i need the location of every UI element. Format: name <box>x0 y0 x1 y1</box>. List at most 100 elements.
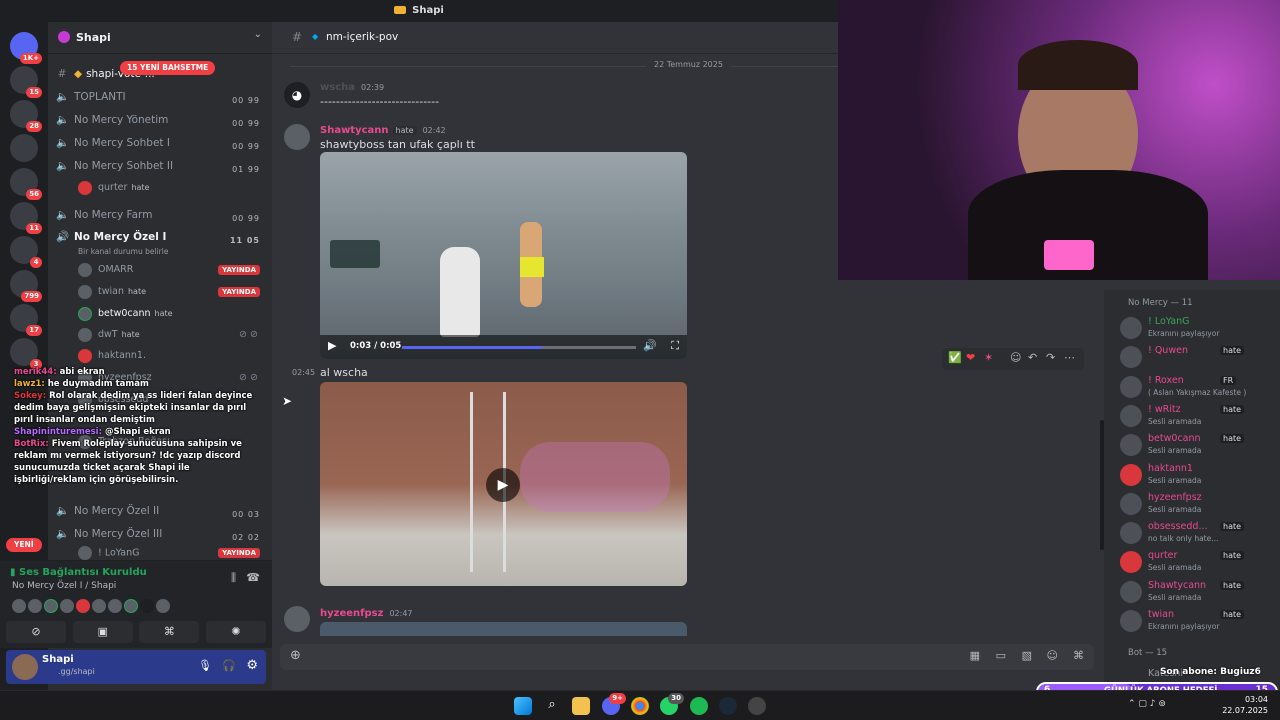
add-attachment-icon[interactable]: ⊕ <box>290 648 301 663</box>
voice-channel-ozel3[interactable]: 🔈 No Mercy Özel III 02 02 <box>56 524 266 544</box>
member-item[interactable]: ! Roxen FR ( Aslan Yakışmaz Kafeste ) <box>1120 373 1276 401</box>
member-tag: hate <box>1220 434 1245 444</box>
chrome-icon[interactable] <box>631 697 649 715</box>
search-icon[interactable]: ⌕ <box>543 697 561 715</box>
soundboard-icon[interactable]: ⫼ <box>231 571 236 585</box>
new-mentions-pill[interactable]: 15 YENİ BAHSETME <box>120 61 216 75</box>
headphones-icon[interactable]: 🎧 <box>222 659 236 672</box>
check-reaction-icon[interactable]: ✅ <box>948 351 962 364</box>
heart-reaction-icon[interactable]: ❤ <box>966 351 975 364</box>
user-avatar[interactable] <box>284 124 310 150</box>
video-attachment[interactable]: ▶ 0:03 / 0:05 🔊 ⛶ <box>320 152 687 359</box>
avatar <box>1120 346 1142 369</box>
voice-user[interactable]: qurter hate <box>78 178 266 198</box>
server-icon[interactable]: 28 <box>10 100 42 132</box>
member-item[interactable]: obsessedd... hate no talk only hate... <box>1120 519 1276 547</box>
voice-user[interactable]: OMARR YAYINDA <box>78 260 266 280</box>
server-badge: 17 <box>26 325 42 336</box>
apps-icon[interactable]: ⌘ <box>1073 649 1084 662</box>
avatar <box>156 599 170 613</box>
discord-icon[interactable]: 9+ <box>602 693 626 715</box>
user-avatar[interactable] <box>284 606 310 632</box>
play-icon[interactable]: ▶ <box>328 339 336 352</box>
voice-channel-yonetim[interactable]: 🔈 No Mercy Yönetim 00 99 <box>56 110 266 130</box>
member-item[interactable]: ! wRitz hate Sesli aramada <box>1120 402 1276 430</box>
member-name: ! wRitz <box>1148 403 1181 415</box>
add-reaction-icon[interactable]: ☺ <box>1010 351 1021 364</box>
microphone-icon[interactable]: 🎙 <box>198 659 212 672</box>
voice-channel-farm[interactable]: 🔈 No Mercy Farm 00 99 <box>56 205 266 225</box>
server-icon[interactable]: 3 <box>10 338 42 370</box>
voice-user[interactable]: dwT hate ⊘ ⊘ <box>78 325 266 345</box>
member-item[interactable]: qurter hate Sesli aramada <box>1120 548 1276 576</box>
windows-start-icon[interactable] <box>514 697 532 715</box>
server-icon[interactable] <box>10 134 38 162</box>
voice-channel-link[interactable]: No Mercy Özel I / Shapi <box>12 581 116 591</box>
video-progress-fill <box>402 346 543 349</box>
webcam-feed <box>838 0 1280 280</box>
fullscreen-icon[interactable]: ⛶ <box>671 339 679 353</box>
voice-channel-toplanti[interactable]: 🔈 TOPLANTI 00 99 <box>56 87 266 107</box>
member-item[interactable]: ! LoYanG Ekranını paylaşıyor <box>1120 314 1276 342</box>
server-icon[interactable]: 799 <box>10 270 42 302</box>
spotify-icon[interactable] <box>690 697 708 715</box>
channel-status-hint[interactable]: Bir kanal durumu belirle <box>78 247 168 256</box>
server-icon[interactable]: 1K+ <box>10 32 42 64</box>
member-tag: hate <box>1220 551 1245 561</box>
member-item[interactable]: haktann1 Sesli aramada <box>1120 461 1276 489</box>
scrollbar[interactable] <box>1100 420 1104 550</box>
activity-icon[interactable]: ⌘ <box>139 621 200 643</box>
member-item[interactable]: ! Quwen hate <box>1120 343 1276 371</box>
voice-user[interactable]: betw0cann hate <box>78 304 266 324</box>
video-attachment[interactable]: ▶ <box>320 382 687 586</box>
disconnect-icon[interactable]: ☎ <box>246 571 260 584</box>
more-icon[interactable]: ⋯ <box>1064 351 1075 364</box>
play-icon[interactable]: ▶ <box>486 468 520 502</box>
voice-user[interactable]: ! LoYanG YAYINDA <box>78 546 266 560</box>
file-explorer-icon[interactable] <box>572 697 590 715</box>
server-icon[interactable]: 56 <box>10 168 42 200</box>
sparkle-reaction-icon[interactable]: ✶ <box>984 351 993 364</box>
steam-icon[interactable] <box>719 697 737 715</box>
voice-channel-sohbet1[interactable]: 🔈 No Mercy Sohbet I 00 99 <box>56 133 266 153</box>
server-icon[interactable]: 11 <box>10 202 42 234</box>
member-item[interactable]: betw0cann hate Sesli aramada <box>1120 431 1276 459</box>
voice-controls: ⊘ ▣ ⌘ ✺ <box>6 621 266 643</box>
camera-off-icon[interactable]: ⊘ <box>6 621 66 643</box>
member-item[interactable]: Shawtycann hate Sesli aramada <box>1120 578 1276 606</box>
gift-icon[interactable]: ▦ <box>970 649 980 662</box>
server-badge: 11 <box>26 223 42 234</box>
member-item[interactable]: hyzeenfpsz Sesli aramada <box>1120 490 1276 518</box>
forward-icon[interactable]: ↷ <box>1046 351 1055 364</box>
member-item[interactable]: twian hate Ekranını paylaşıyor <box>1120 607 1276 635</box>
new-server-pill[interactable]: YENİ <box>6 538 42 552</box>
server-icon[interactable]: 15 <box>10 66 42 98</box>
voice-channel-ozel1[interactable]: 🔊 No Mercy Özel I 11 05 <box>56 227 266 247</box>
settings-gear-icon[interactable]: ⚙ <box>246 658 258 673</box>
server-icon[interactable]: 4 <box>10 236 42 268</box>
clock-date: 22.07.2025 <box>1222 706 1268 715</box>
app-icon[interactable] <box>748 697 766 715</box>
message-composer[interactable]: ⊕ ▦ ▭ ▧ ☺ ⌘ <box>280 644 1094 670</box>
screen-share-icon[interactable]: ▣ <box>72 621 133 643</box>
user-avatar[interactable] <box>12 654 38 680</box>
soundboard-button-icon[interactable]: ✺ <box>205 621 266 643</box>
discord-avatar[interactable]: ◕ <box>284 82 310 108</box>
voice-user[interactable]: twian hate YAYINDA <box>78 282 266 302</box>
volume-icon[interactable]: 🔊 <box>643 339 657 352</box>
server-icon[interactable]: 17 <box>10 304 42 336</box>
user-subtext: .gg/shapi <box>58 667 95 676</box>
chevron-down-icon[interactable]: ⌄ <box>254 29 262 40</box>
reply-icon[interactable]: ↶ <box>1028 351 1037 364</box>
guild-header[interactable]: Shapi ⌄ <box>48 22 272 54</box>
sticker-icon[interactable]: ▧ <box>1022 649 1032 662</box>
voice-user[interactable]: haktann1. <box>78 346 266 366</box>
emoji-icon[interactable]: ☺ <box>1047 649 1058 662</box>
video-attachment[interactable] <box>320 622 687 636</box>
whatsapp-icon[interactable]: 30 <box>660 693 684 715</box>
member-tag: hate <box>1220 346 1245 356</box>
video-progress-track[interactable] <box>402 346 636 349</box>
chat-line: lawz1: he duymadım tamam <box>14 379 149 389</box>
gif-icon[interactable]: ▭ <box>996 649 1006 662</box>
voice-channel-sohbet2[interactable]: 🔈 No Mercy Sohbet II 01 99 <box>56 156 266 176</box>
